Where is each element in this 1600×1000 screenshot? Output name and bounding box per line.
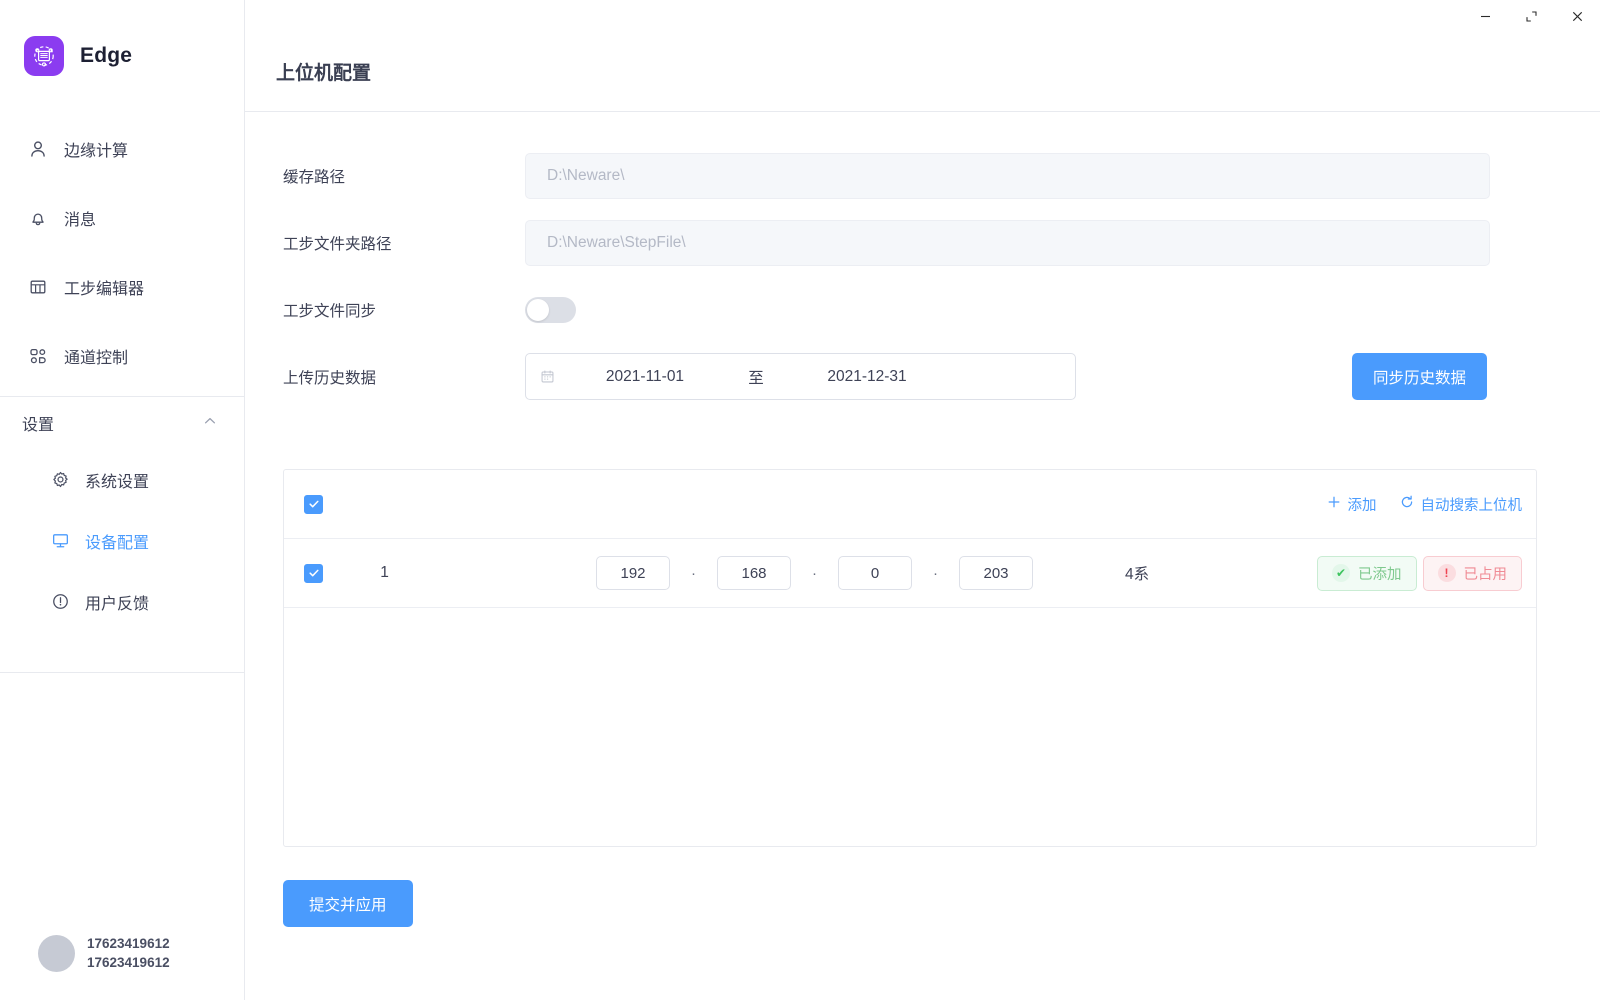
avatar: [38, 935, 75, 972]
sidebar-item-channel-control[interactable]: 通道控制: [0, 331, 244, 380]
calendar-icon: [540, 369, 560, 384]
sidebar-item-label: 设备配置: [85, 534, 150, 552]
field-label: 缓存路径: [283, 168, 346, 186]
ip-octet-4-input[interactable]: 203: [959, 556, 1033, 590]
sidebar-item-label: 通道控制: [64, 349, 129, 367]
titlebar: 上位机配置: [245, 0, 1600, 112]
host-table: 添加 自动搜索上位机 1 192 · 168 · 0 · 203 4系 ✔ 已添…: [283, 469, 1537, 847]
user-name-secondary: 17623419612: [87, 954, 170, 970]
select-all-checkbox[interactable]: [304, 494, 323, 514]
auto-search-host-label: 自动搜索上位机: [1420, 497, 1523, 514]
status-badge-added: ✔ 已添加: [1317, 555, 1417, 591]
plus-icon: [1327, 495, 1341, 513]
maximize-icon[interactable]: [1508, 0, 1554, 32]
status-badge-label: 已添加: [1358, 566, 1402, 583]
check-icon: ✔: [1332, 564, 1350, 582]
sidebar-item-user-feedback[interactable]: 用户反馈: [0, 571, 244, 632]
field-upload-history: 上传历史数据 2021-11-01 至 2021-12-31 同步历史数据: [245, 343, 1600, 410]
close-icon[interactable]: [1554, 0, 1600, 32]
date-separator: 至: [748, 369, 764, 387]
config-form: 缓存路径 D:\Neware\ 工步文件夹路径 D:\Neware\StepFi…: [245, 112, 1600, 410]
status-badge-label: 已占用: [1463, 566, 1508, 583]
channel-control-icon: [27, 345, 49, 367]
divider: [0, 672, 244, 673]
add-host-label: 添加: [1347, 497, 1377, 514]
toggle-knob: [527, 298, 549, 321]
alert-circle-icon: [50, 591, 71, 612]
auto-search-host-button[interactable]: 自动搜索上位机: [1400, 494, 1523, 515]
monitor-icon: [50, 530, 71, 551]
field-label: 工步文件夹路径: [283, 235, 392, 253]
status-badge-occupied: ! 已占用: [1422, 555, 1522, 591]
sidebar-item-messages[interactable]: 消息: [0, 193, 244, 242]
sync-history-button[interactable]: 同步历史数据: [1352, 353, 1488, 400]
main-content: 上位机配置 缓存路径 D:\Neware\ 工步文件夹路径 D:\Neware\…: [245, 0, 1600, 1000]
step-file-sync-toggle[interactable]: [525, 296, 576, 323]
submit-apply-button[interactable]: 提交并应用: [283, 880, 413, 927]
sidebar-group-settings[interactable]: 设置: [0, 397, 244, 449]
page-title: 上位机配置: [276, 63, 372, 84]
sidebar-group-label: 设置: [22, 417, 55, 434]
sidebar-item-edge-computing[interactable]: 边缘计算: [0, 124, 244, 173]
warning-icon: !: [1437, 564, 1456, 582]
window-controls: [1462, 0, 1600, 32]
table-row: 1 192 · 168 · 0 · 203 4系 ✔ 已添加 ! 已占用: [284, 539, 1536, 608]
user-block[interactable]: 17623419612 17623419612: [38, 935, 170, 972]
app-window: Edge 边缘计算 消息 工步编辑器 通道控制 设置 系统设置 设备配置 用户反…: [0, 0, 1600, 1000]
user-name-primary: 17623419612: [87, 936, 170, 952]
field-label: 工步文件同步: [283, 302, 377, 320]
minimize-icon[interactable]: [1462, 0, 1508, 32]
user-names: 17623419612 17623419612: [87, 935, 170, 971]
ip-separator: ·: [933, 564, 938, 582]
end-date[interactable]: 2021-12-31: [782, 368, 952, 386]
brand: Edge: [0, 0, 244, 112]
cache-path-input[interactable]: D:\Neware\: [525, 152, 1490, 199]
ip-octet-1-input[interactable]: 192: [596, 556, 670, 590]
bell-icon: [27, 207, 49, 229]
sidebar-item-system-settings[interactable]: 系统设置: [0, 449, 244, 510]
date-range-picker[interactable]: 2021-11-01 至 2021-12-31: [525, 353, 1076, 400]
battery-scan-icon: [24, 36, 64, 76]
step-folder-path-input[interactable]: D:\Neware\StepFile\: [525, 219, 1490, 266]
sidebar-item-device-config[interactable]: 设备配置: [0, 510, 244, 571]
field-step-folder-path: 工步文件夹路径 D:\Neware\StepFile\: [245, 209, 1600, 276]
sidebar-item-label: 用户反馈: [85, 595, 150, 613]
ip-address-group: 192 · 168 · 0 · 203: [596, 556, 1033, 590]
sidebar-item-label: 消息: [64, 211, 97, 229]
add-host-button[interactable]: 添加: [1327, 494, 1377, 515]
table-icon: [27, 276, 49, 298]
sidebar-item-label: 工步编辑器: [64, 280, 145, 298]
nav: 边缘计算 消息 工步编辑器 通道控制 设置 系统设置 设备配置 用户反馈: [0, 112, 244, 632]
gear-icon: [50, 469, 71, 490]
row-checkbox[interactable]: [304, 563, 323, 583]
ip-separator: ·: [691, 564, 696, 582]
sidebar-item-step-editor[interactable]: 工步编辑器: [0, 262, 244, 311]
ip-octet-2-input[interactable]: 168: [717, 556, 791, 590]
field-step-file-sync: 工步文件同步: [245, 276, 1600, 343]
brand-name: Edge: [80, 44, 133, 67]
ip-octet-3-input[interactable]: 0: [838, 556, 912, 590]
chevron-up-icon[interactable]: [202, 413, 218, 434]
status-badges: ✔ 已添加 ! 已占用: [1317, 555, 1522, 591]
table-header-row: 添加 自动搜索上位机: [284, 470, 1536, 539]
sidebar-item-label: 系统设置: [85, 473, 150, 491]
sidebar-item-label: 边缘计算: [64, 142, 129, 160]
field-label: 上传历史数据: [283, 369, 377, 387]
sidebar: Edge 边缘计算 消息 工步编辑器 通道控制 设置 系统设置 设备配置 用户反…: [0, 0, 245, 1000]
table-actions: 添加 自动搜索上位机: [1327, 494, 1523, 515]
series-label: 4系: [1125, 566, 1150, 583]
start-date[interactable]: 2021-11-01: [560, 368, 730, 386]
row-index: 1: [380, 564, 389, 581]
ip-separator: ·: [812, 564, 817, 582]
field-cache-path: 缓存路径 D:\Neware\: [245, 142, 1600, 209]
refresh-icon: [1400, 495, 1414, 513]
user-icon: [27, 138, 49, 160]
